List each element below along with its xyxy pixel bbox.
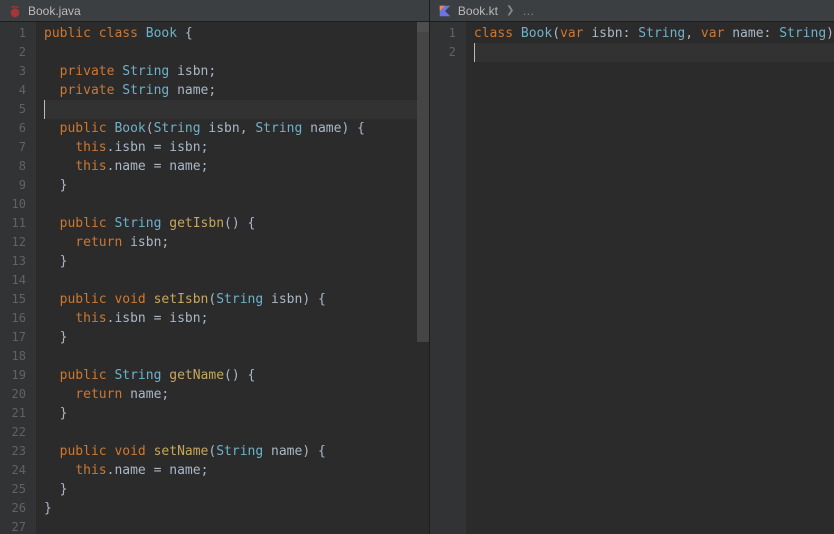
line-number: 5 (8, 100, 26, 119)
java-file-icon (8, 4, 22, 18)
line-number: 26 (8, 499, 26, 518)
line-number: 19 (8, 366, 26, 385)
code-line[interactable]: public String getName() { (44, 366, 429, 385)
code-line[interactable]: class Book(var isbn: String, var name: S… (474, 24, 834, 43)
line-number: 1 (438, 24, 456, 43)
code-line[interactable]: } (44, 252, 429, 271)
left-tab-filename[interactable]: Book.java (28, 4, 81, 18)
left-tab-bar: Book.java (0, 0, 429, 22)
scrollbar-thumb[interactable] (417, 32, 429, 342)
code-line[interactable]: this.name = name; (44, 461, 429, 480)
left-code-area[interactable]: public class Book { private String isbn;… (36, 22, 429, 534)
code-line[interactable] (44, 347, 429, 366)
kotlin-file-icon (438, 4, 452, 18)
left-editor-pane: Book.java 123456789101112131415161718192… (0, 0, 430, 534)
line-number: 4 (8, 81, 26, 100)
line-number: 25 (8, 480, 26, 499)
line-number: 10 (8, 195, 26, 214)
line-number: 27 (8, 518, 26, 534)
left-editor[interactable]: 1234567891011121314151617181920212223242… (0, 22, 429, 534)
line-number: 1 (8, 24, 26, 43)
line-number: 2 (8, 43, 26, 62)
line-number: 20 (8, 385, 26, 404)
line-number: 12 (8, 233, 26, 252)
code-line[interactable]: private String isbn; (44, 62, 429, 81)
line-number: 11 (8, 214, 26, 233)
code-line[interactable]: public String getIsbn() { (44, 214, 429, 233)
line-number: 24 (8, 461, 26, 480)
line-number: 6 (8, 119, 26, 138)
code-line[interactable] (44, 195, 429, 214)
code-line[interactable] (44, 43, 429, 62)
code-line[interactable] (44, 271, 429, 290)
code-line[interactable]: public void setIsbn(String isbn) { (44, 290, 429, 309)
code-line[interactable]: } (44, 480, 429, 499)
breadcrumb-chevron-icon: ❯ (506, 5, 514, 16)
text-caret (44, 100, 45, 119)
line-number: 18 (8, 347, 26, 366)
line-number: 16 (8, 309, 26, 328)
right-editor[interactable]: 12 class Book(var isbn: String, var name… (430, 22, 834, 534)
line-number: 13 (8, 252, 26, 271)
line-number: 23 (8, 442, 26, 461)
code-line[interactable] (44, 100, 429, 119)
code-line[interactable]: this.name = name; (44, 157, 429, 176)
right-editor-pane: Book.kt ❯ … 12 class Book(var isbn: Stri… (430, 0, 834, 534)
code-line[interactable]: return isbn; (44, 233, 429, 252)
right-tab-filename[interactable]: Book.kt (458, 4, 498, 18)
text-caret (474, 43, 475, 62)
code-line[interactable]: } (44, 404, 429, 423)
left-gutter: 1234567891011121314151617181920212223242… (0, 22, 36, 534)
code-line[interactable]: public Book(String isbn, String name) { (44, 119, 429, 138)
right-gutter: 12 (430, 22, 466, 534)
line-number: 22 (8, 423, 26, 442)
scrollbar-corner (417, 22, 429, 32)
right-tab-bar: Book.kt ❯ … (430, 0, 834, 22)
right-code-area[interactable]: class Book(var isbn: String, var name: S… (466, 22, 834, 534)
code-line[interactable] (44, 423, 429, 442)
code-line[interactable] (474, 43, 834, 62)
code-line[interactable]: } (44, 176, 429, 195)
left-scrollbar[interactable] (417, 22, 429, 534)
line-number: 17 (8, 328, 26, 347)
line-number: 2 (438, 43, 456, 62)
breadcrumb-more[interactable]: … (522, 4, 535, 18)
line-number: 15 (8, 290, 26, 309)
code-line[interactable]: public void setName(String name) { (44, 442, 429, 461)
line-number: 3 (8, 62, 26, 81)
code-line[interactable]: this.isbn = isbn; (44, 309, 429, 328)
line-number: 21 (8, 404, 26, 423)
code-line[interactable]: } (44, 328, 429, 347)
code-line[interactable]: public class Book { (44, 24, 429, 43)
line-number: 9 (8, 176, 26, 195)
code-line[interactable] (44, 518, 429, 534)
code-line[interactable]: private String name; (44, 81, 429, 100)
line-number: 14 (8, 271, 26, 290)
line-number: 7 (8, 138, 26, 157)
code-line[interactable]: this.isbn = isbn; (44, 138, 429, 157)
line-number: 8 (8, 157, 26, 176)
code-line[interactable]: } (44, 499, 429, 518)
code-line[interactable]: return name; (44, 385, 429, 404)
